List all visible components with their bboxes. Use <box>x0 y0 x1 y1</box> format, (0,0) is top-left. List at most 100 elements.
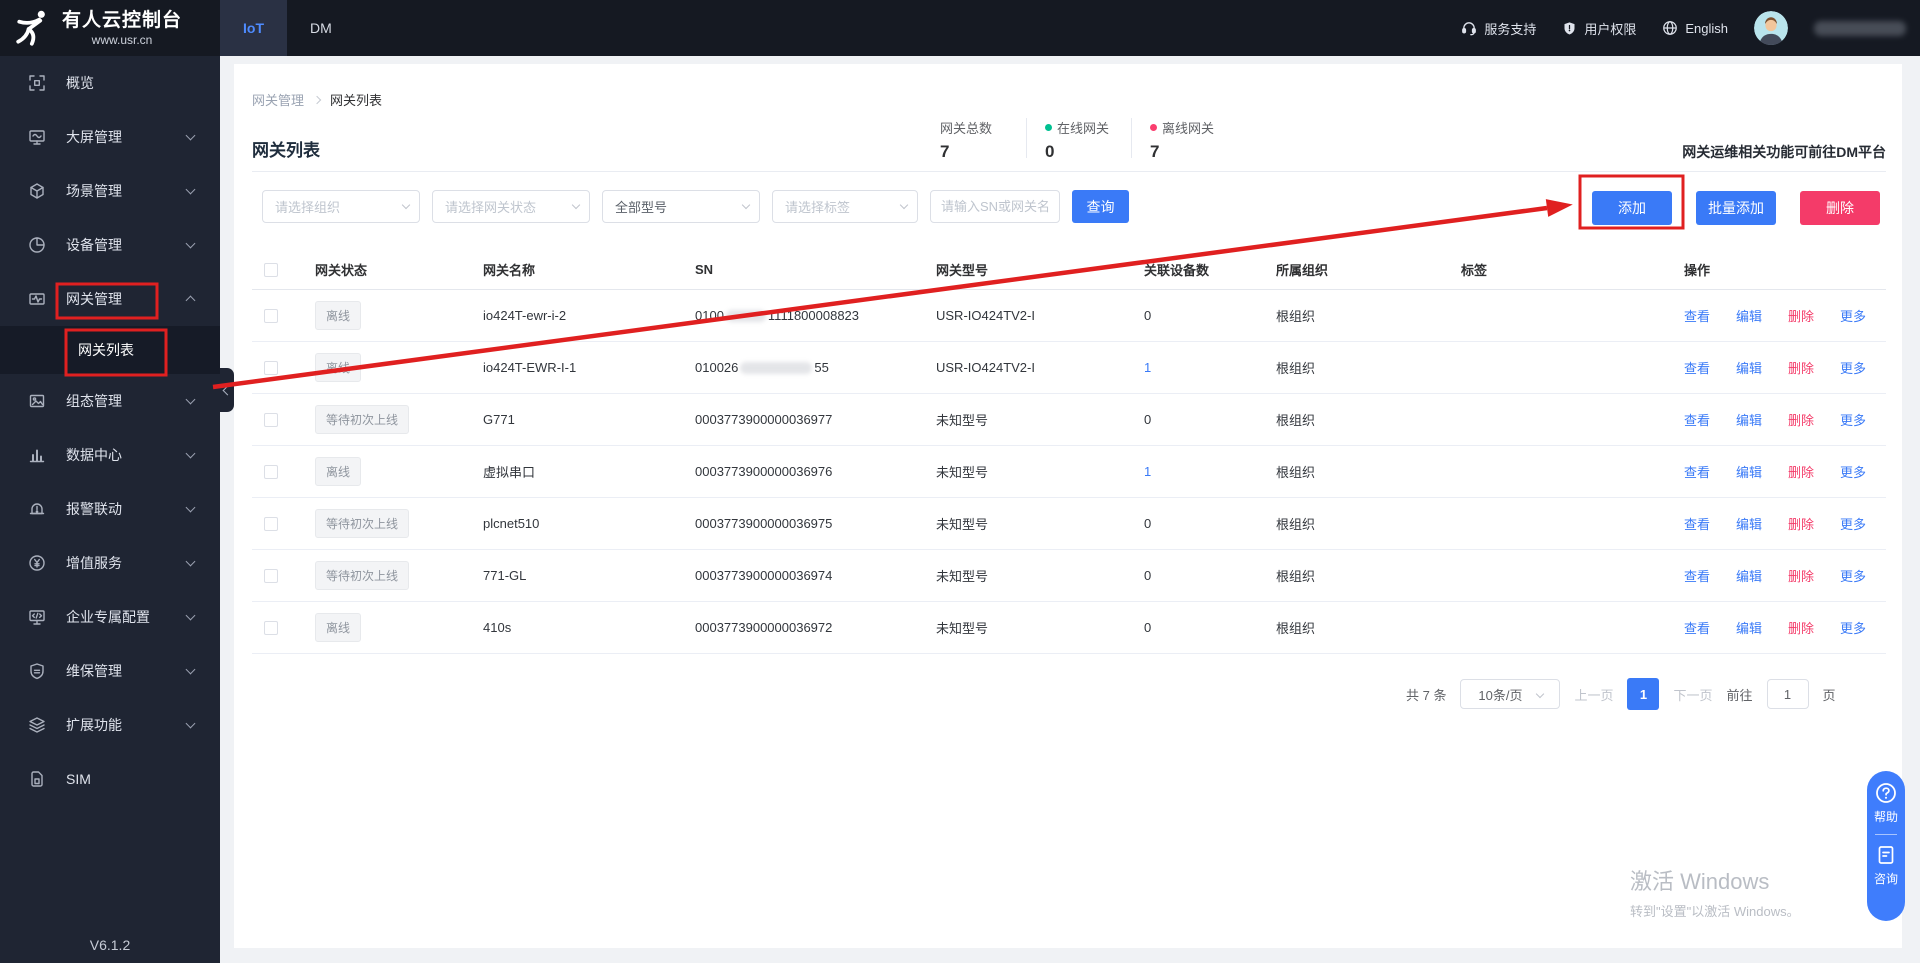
row-action-更多[interactable]: 更多 <box>1840 618 1866 637</box>
topbar-link-English[interactable]: English <box>1662 20 1728 36</box>
alarm-icon <box>28 500 46 518</box>
sn-search-input[interactable] <box>930 190 1060 223</box>
row-action-编辑[interactable]: 编辑 <box>1736 358 1762 377</box>
delete-button[interactable]: 删除 <box>1800 191 1880 225</box>
stat-网关总数: 网关总数 7 <box>940 118 1018 162</box>
sidebar-item-alarm-linkage[interactable]: 报警联动 <box>0 482 220 536</box>
row-action-更多[interactable]: 更多 <box>1840 410 1866 429</box>
filter-select-0[interactable]: 请选择组织 <box>262 190 420 223</box>
document-icon[interactable] <box>1875 844 1897 866</box>
goto-page-input[interactable] <box>1766 679 1809 709</box>
row-action-删除[interactable]: 删除 <box>1788 410 1814 429</box>
organization: 根组织 <box>1276 361 1316 376</box>
user-name-redacted[interactable] <box>1814 20 1906 36</box>
page-1-button[interactable]: 1 <box>1627 678 1660 710</box>
row-action-删除[interactable]: 删除 <box>1788 358 1814 377</box>
sidebar-item-gateway-management[interactable]: 网关管理 <box>0 272 220 326</box>
sidebar-item-device-management[interactable]: 设备管理 <box>0 218 220 272</box>
logo[interactable]: 有人云控制台 www.usr.cn <box>0 0 220 56</box>
row-action-查看[interactable]: 查看 <box>1684 462 1710 481</box>
chevron-down-icon <box>185 448 196 459</box>
sidebar-item-value-added-services[interactable]: 增值服务 <box>0 536 220 590</box>
table-row: 等待初次上线 plcnet510 0003773900000036975 未知型… <box>252 498 1886 550</box>
row-action-更多[interactable]: 更多 <box>1840 358 1866 377</box>
sidebar-item-scene-management[interactable]: 场景管理 <box>0 164 220 218</box>
row-action-编辑[interactable]: 编辑 <box>1736 566 1762 585</box>
row-action-删除[interactable]: 删除 <box>1788 566 1814 585</box>
row-action-更多[interactable]: 更多 <box>1840 306 1866 325</box>
tab-iot[interactable]: IoT <box>220 0 287 56</box>
sidebar-collapse-handle[interactable] <box>220 368 234 412</box>
row-action-编辑[interactable]: 编辑 <box>1736 514 1762 533</box>
stat-value: 7 <box>940 142 950 161</box>
page-size-select[interactable]: 10条/页 <box>1460 679 1561 709</box>
linked-device-count[interactable]: 1 <box>1144 464 1276 479</box>
sidebar-item-hmi-management[interactable]: 组态管理 <box>0 374 220 428</box>
row-action-更多[interactable]: 更多 <box>1840 514 1866 533</box>
row-checkbox[interactable] <box>264 568 278 583</box>
page-unit-label: 页 <box>1822 687 1836 703</box>
chevron-down-icon <box>185 610 196 621</box>
row-checkbox[interactable] <box>264 360 278 375</box>
breadcrumb-parent[interactable]: 网关管理 <box>252 90 304 109</box>
avatar[interactable] <box>1754 11 1788 45</box>
row-action-查看[interactable]: 查看 <box>1684 306 1710 325</box>
help-button[interactable]: 帮助 <box>1874 808 1898 825</box>
row-checkbox[interactable] <box>264 620 278 635</box>
row-checkbox[interactable] <box>264 516 278 531</box>
topbar-link-用户权限[interactable]: 用户权限 <box>1562 19 1636 38</box>
sidebar-item-enterprise-config[interactable]: 企业专属配置 <box>0 590 220 644</box>
sidebar-item-data-center[interactable]: 数据中心 <box>0 428 220 482</box>
row-checkbox[interactable] <box>264 464 278 479</box>
divider <box>1131 118 1132 158</box>
add-button[interactable]: 添加 <box>1592 191 1672 225</box>
sidebar-item-sim[interactable]: SIM <box>0 752 220 806</box>
row-action-编辑[interactable]: 编辑 <box>1736 306 1762 325</box>
row-checkbox[interactable] <box>264 308 278 323</box>
consult-button[interactable]: 咨询 <box>1874 870 1898 887</box>
topbar-link-服务支持[interactable]: 服务支持 <box>1461 19 1536 38</box>
sidebar-item-overview[interactable]: 概览 <box>0 56 220 110</box>
row-action-删除[interactable]: 删除 <box>1788 514 1814 533</box>
filter-select-2[interactable]: 全部型号 <box>602 190 760 223</box>
row-action-查看[interactable]: 查看 <box>1684 514 1710 533</box>
redacted-sn-segment <box>725 309 766 322</box>
row-action-更多[interactable]: 更多 <box>1840 462 1866 481</box>
row-action-查看[interactable]: 查看 <box>1684 566 1710 585</box>
row-action-更多[interactable]: 更多 <box>1840 566 1866 585</box>
batch-add-button[interactable]: 批量添加 <box>1696 191 1776 225</box>
topbar-right: 服务支持 用户权限 English <box>1461 0 1906 56</box>
row-action-编辑[interactable]: 编辑 <box>1736 462 1762 481</box>
search-button[interactable]: 查询 <box>1072 190 1129 223</box>
row-action-查看[interactable]: 查看 <box>1684 358 1710 377</box>
row-action-删除[interactable]: 删除 <box>1788 618 1814 637</box>
table-row: 离线 虚拟串口 0003773900000036976 未知型号 1 根组织 查… <box>252 446 1886 498</box>
gateway-model: 未知型号 <box>936 621 989 636</box>
row-action-编辑[interactable]: 编辑 <box>1736 410 1762 429</box>
prev-page-button[interactable]: 上一页 <box>1574 685 1613 704</box>
linked-device-count: 0 <box>1144 516 1152 531</box>
sim-icon <box>28 770 46 788</box>
sidebar-subitem-gateway-list[interactable]: 网关列表 <box>0 326 220 374</box>
tab-dm[interactable]: DM <box>287 0 355 56</box>
gateway-stats: 网关总数 7 在线网关 0 离线网关 7 <box>940 118 1228 162</box>
gateway-name: 771-GL <box>483 568 527 583</box>
row-action-编辑[interactable]: 编辑 <box>1736 618 1762 637</box>
next-page-button[interactable]: 下一页 <box>1673 685 1712 704</box>
select-all-checkbox[interactable] <box>264 262 278 277</box>
row-action-查看[interactable]: 查看 <box>1684 618 1710 637</box>
chevron-down-icon <box>185 238 196 249</box>
row-action-删除[interactable]: 删除 <box>1788 306 1814 325</box>
sidebar-item-maintenance-management[interactable]: 维保管理 <box>0 644 220 698</box>
extension-icon <box>28 716 46 734</box>
row-action-删除[interactable]: 删除 <box>1788 462 1814 481</box>
row-checkbox[interactable] <box>264 412 278 427</box>
filter-select-3[interactable]: 请选择标签 <box>772 190 918 223</box>
sidebar-item-screen-management[interactable]: 大屏管理 <box>0 110 220 164</box>
filter-select-1[interactable]: 请选择网关状态 <box>432 190 590 223</box>
linked-device-count[interactable]: 1 <box>1144 360 1276 375</box>
row-action-查看[interactable]: 查看 <box>1684 410 1710 429</box>
help-circle-icon[interactable] <box>1875 782 1897 804</box>
sidebar-item-extensions[interactable]: 扩展功能 <box>0 698 220 752</box>
usr-logo-icon <box>16 10 45 46</box>
